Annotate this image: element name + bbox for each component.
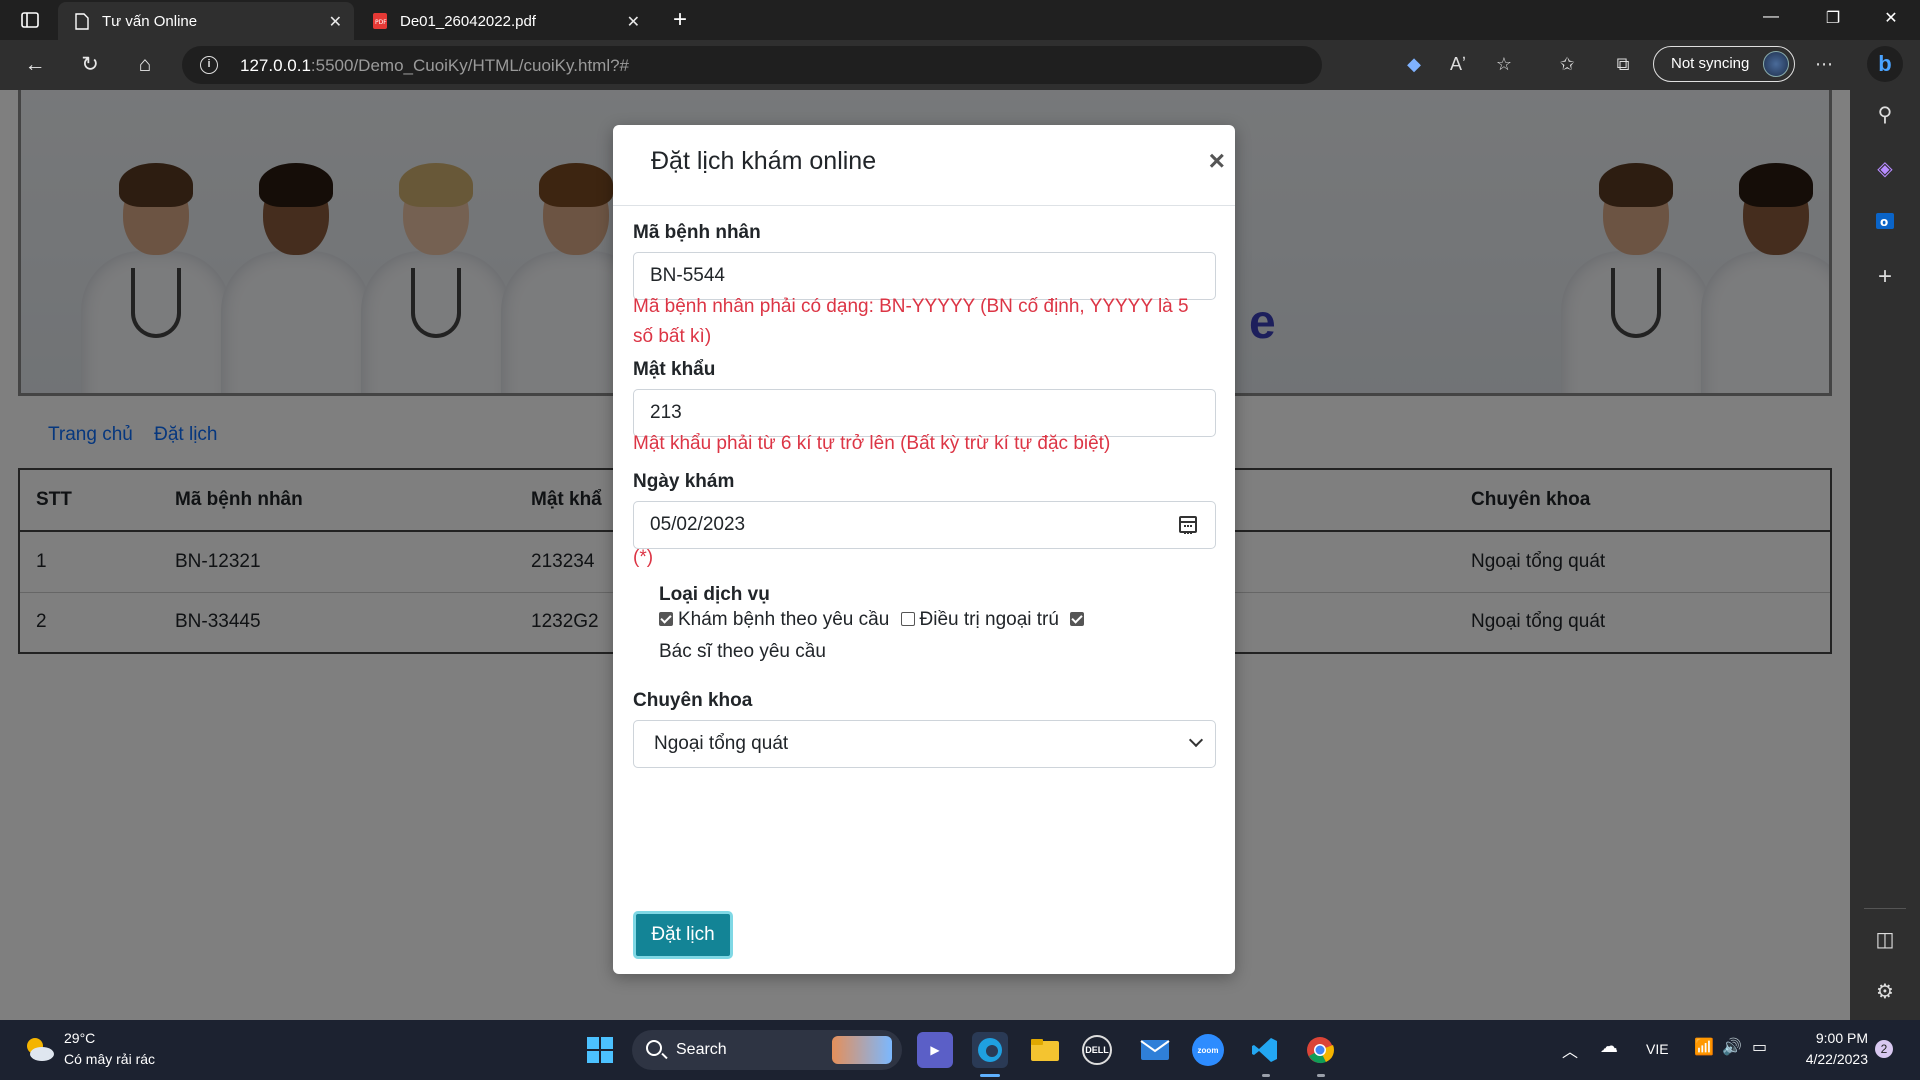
close-icon[interactable]: ✕ [627, 12, 640, 32]
password-error: Mật khẩu phải từ 6 kí tự trở lên (Bất kỳ… [633, 433, 1111, 454]
pdf-icon: PDF [372, 12, 388, 30]
collections-icon[interactable]: ⧉ [1611, 54, 1635, 75]
weather-desc: Có mây rải rác [64, 1051, 156, 1067]
selected-option: Ngoại tổng quát [654, 733, 789, 754]
notification-badge[interactable]: 2 [1875, 1040, 1893, 1058]
checkbox-outpatient[interactable] [900, 612, 915, 626]
edge-sidebar: b ⚲ ◈ o + ◫ ⚙ [1850, 40, 1920, 1020]
vscode-icon[interactable] [1247, 1032, 1283, 1068]
page-viewport: e Trang chủ Đặt lịch STT Mã bệnh nhân Mậ… [0, 90, 1850, 1020]
add-sidebar-icon[interactable]: + [1872, 264, 1898, 290]
taskbar-search[interactable]: Search [632, 1030, 902, 1070]
running-indicator [1317, 1074, 1325, 1077]
outlook-icon[interactable]: o [1872, 210, 1898, 236]
settings-gear-icon[interactable]: ⚙ [1872, 979, 1898, 1005]
tab-title: Tư vấn Online [102, 12, 198, 30]
page-icon [74, 12, 90, 30]
site-info-icon[interactable]: i [200, 56, 218, 74]
more-options-icon[interactable]: ⋯ [1812, 54, 1836, 75]
date-value: 05/02/2023 [650, 514, 746, 535]
svg-text:PDF: PDF [375, 19, 387, 26]
date-required-note: (*) [633, 547, 654, 568]
clock-time[interactable]: 9:00 PM [1812, 1030, 1868, 1046]
read-aloud-icon[interactable]: Aʼ [1446, 54, 1470, 75]
close-icon[interactable]: × [1209, 147, 1225, 175]
coupon-tag-icon[interactable]: ◆ [1402, 54, 1426, 75]
bing-icon[interactable]: b [1867, 46, 1903, 82]
add-favorite-icon[interactable]: ☆ [1492, 54, 1516, 75]
weather-temp: 29°C [64, 1030, 96, 1046]
checkbox-doctor-on-demand[interactable] [1070, 612, 1085, 626]
zoom-icon[interactable]: zoom [1192, 1034, 1224, 1066]
close-icon[interactable]: ✕ [329, 12, 342, 32]
error-line: Mã bệnh nhân phải có dạng: BN-YYYYY (BN … [633, 296, 1189, 317]
specialty-select[interactable]: Ngoại tổng quát [633, 720, 1216, 768]
avatar [1763, 51, 1789, 77]
running-indicator [1262, 1074, 1270, 1077]
dell-icon[interactable]: DELL [1082, 1035, 1112, 1065]
home-icon[interactable]: ⌂ [130, 52, 160, 80]
option-label: Bác sĩ theo yêu cầu [659, 641, 826, 662]
hide-sidebar-icon[interactable]: ◫ [1872, 927, 1898, 953]
weather-icon[interactable] [22, 1032, 56, 1066]
sync-label: Not syncing [1671, 55, 1750, 72]
clock-date[interactable]: 4/22/2023 [1796, 1051, 1868, 1067]
input-language[interactable]: VIE [1646, 1041, 1669, 1057]
tab-actions-icon[interactable] [18, 8, 42, 32]
new-tab-icon[interactable]: + [668, 6, 692, 33]
url-text: 127.0.0.1:5500/Demo_CuoiKy/HTML/cuoiKy.h… [240, 56, 630, 75]
specialty-label: Chuyên khoa [633, 690, 753, 711]
shopping-icon[interactable]: ◈ [1872, 156, 1898, 182]
patient-id-error: Mã bệnh nhân phải có dạng: BN-YYYYY (BN … [633, 292, 1216, 352]
divider [1864, 908, 1906, 909]
error-line: số bất kì) [633, 326, 712, 347]
password-label: Mật khẩu [633, 359, 716, 380]
browser-toolbar: ← ↻ ⌂ i 127.0.0.1:5500/Demo_CuoiKy/HTML/… [0, 40, 1920, 90]
minimize-icon[interactable]: — [1748, 8, 1794, 32]
calendar-icon[interactable] [1179, 516, 1197, 534]
onedrive-cloud-icon[interactable]: ☁ [1600, 1036, 1618, 1057]
search-label: Search [676, 1041, 727, 1058]
booking-modal: Đặt lịch khám online × Mã bệnh nhân BN-5… [613, 125, 1235, 974]
active-indicator [980, 1074, 1000, 1077]
profile-sync-button[interactable]: Not syncing [1653, 46, 1795, 82]
tab-tu-van-online[interactable]: Tư vấn Online ✕ [58, 2, 354, 40]
chrome-icon[interactable] [1302, 1032, 1338, 1068]
service-options: Khám bệnh theo yêu cầu Điều trị ngoại tr… [659, 609, 1089, 631]
chevron-down-icon [1188, 732, 1204, 748]
restore-icon[interactable]: ❐ [1810, 8, 1856, 32]
service-type-label: Loại dịch vụ [659, 584, 770, 605]
search-icon [646, 1040, 662, 1056]
edge-browser-icon[interactable] [972, 1032, 1008, 1068]
volume-icon[interactable]: 🔊 [1722, 1037, 1742, 1057]
back-icon[interactable]: ← [20, 52, 50, 80]
close-window-icon[interactable]: ✕ [1868, 8, 1914, 32]
windows-start-icon[interactable] [582, 1032, 618, 1068]
windows-taskbar: 29°C Có mây rải rác Search ▶ DELL zoom ︿… [0, 1020, 1920, 1080]
option-label: Điều trị ngoại trú [919, 609, 1059, 630]
address-bar[interactable]: i 127.0.0.1:5500/Demo_CuoiKy/HTML/cuoiKy… [182, 46, 1322, 84]
chevron-up-icon[interactable]: ︿ [1562, 1038, 1578, 1062]
search-icon[interactable]: ⚲ [1872, 102, 1898, 128]
tab-title: De01_26042022.pdf [400, 12, 536, 30]
date-label: Ngày khám [633, 471, 735, 492]
battery-icon[interactable]: ▭ [1752, 1037, 1767, 1057]
modal-title: Đặt lịch khám online [651, 147, 877, 175]
refresh-icon[interactable]: ↻ [75, 52, 105, 80]
favorites-icon[interactable]: ✩ [1555, 54, 1579, 75]
wifi-icon[interactable]: 📶 [1694, 1037, 1714, 1057]
search-highlight-icon [832, 1036, 892, 1064]
svg-text:o: o [1880, 215, 1888, 229]
tab-pdf[interactable]: PDF De01_26042022.pdf ✕ [356, 2, 652, 40]
patient-id-label: Mã bệnh nhân [633, 222, 761, 243]
modal-header: Đặt lịch khám online × [613, 125, 1235, 206]
checkbox-on-demand-exam[interactable] [659, 612, 673, 626]
teams-chat-icon[interactable]: ▶ [917, 1032, 953, 1068]
submit-booking-button[interactable]: Đặt lịch [633, 911, 733, 959]
browser-tab-bar: Tư vấn Online ✕ PDF De01_26042022.pdf ✕ … [0, 0, 1920, 40]
date-input[interactable]: 05/02/2023 [633, 501, 1216, 549]
mail-icon[interactable] [1137, 1032, 1173, 1068]
option-label: Khám bệnh theo yêu cầu [678, 609, 890, 630]
file-explorer-icon[interactable] [1027, 1032, 1063, 1068]
